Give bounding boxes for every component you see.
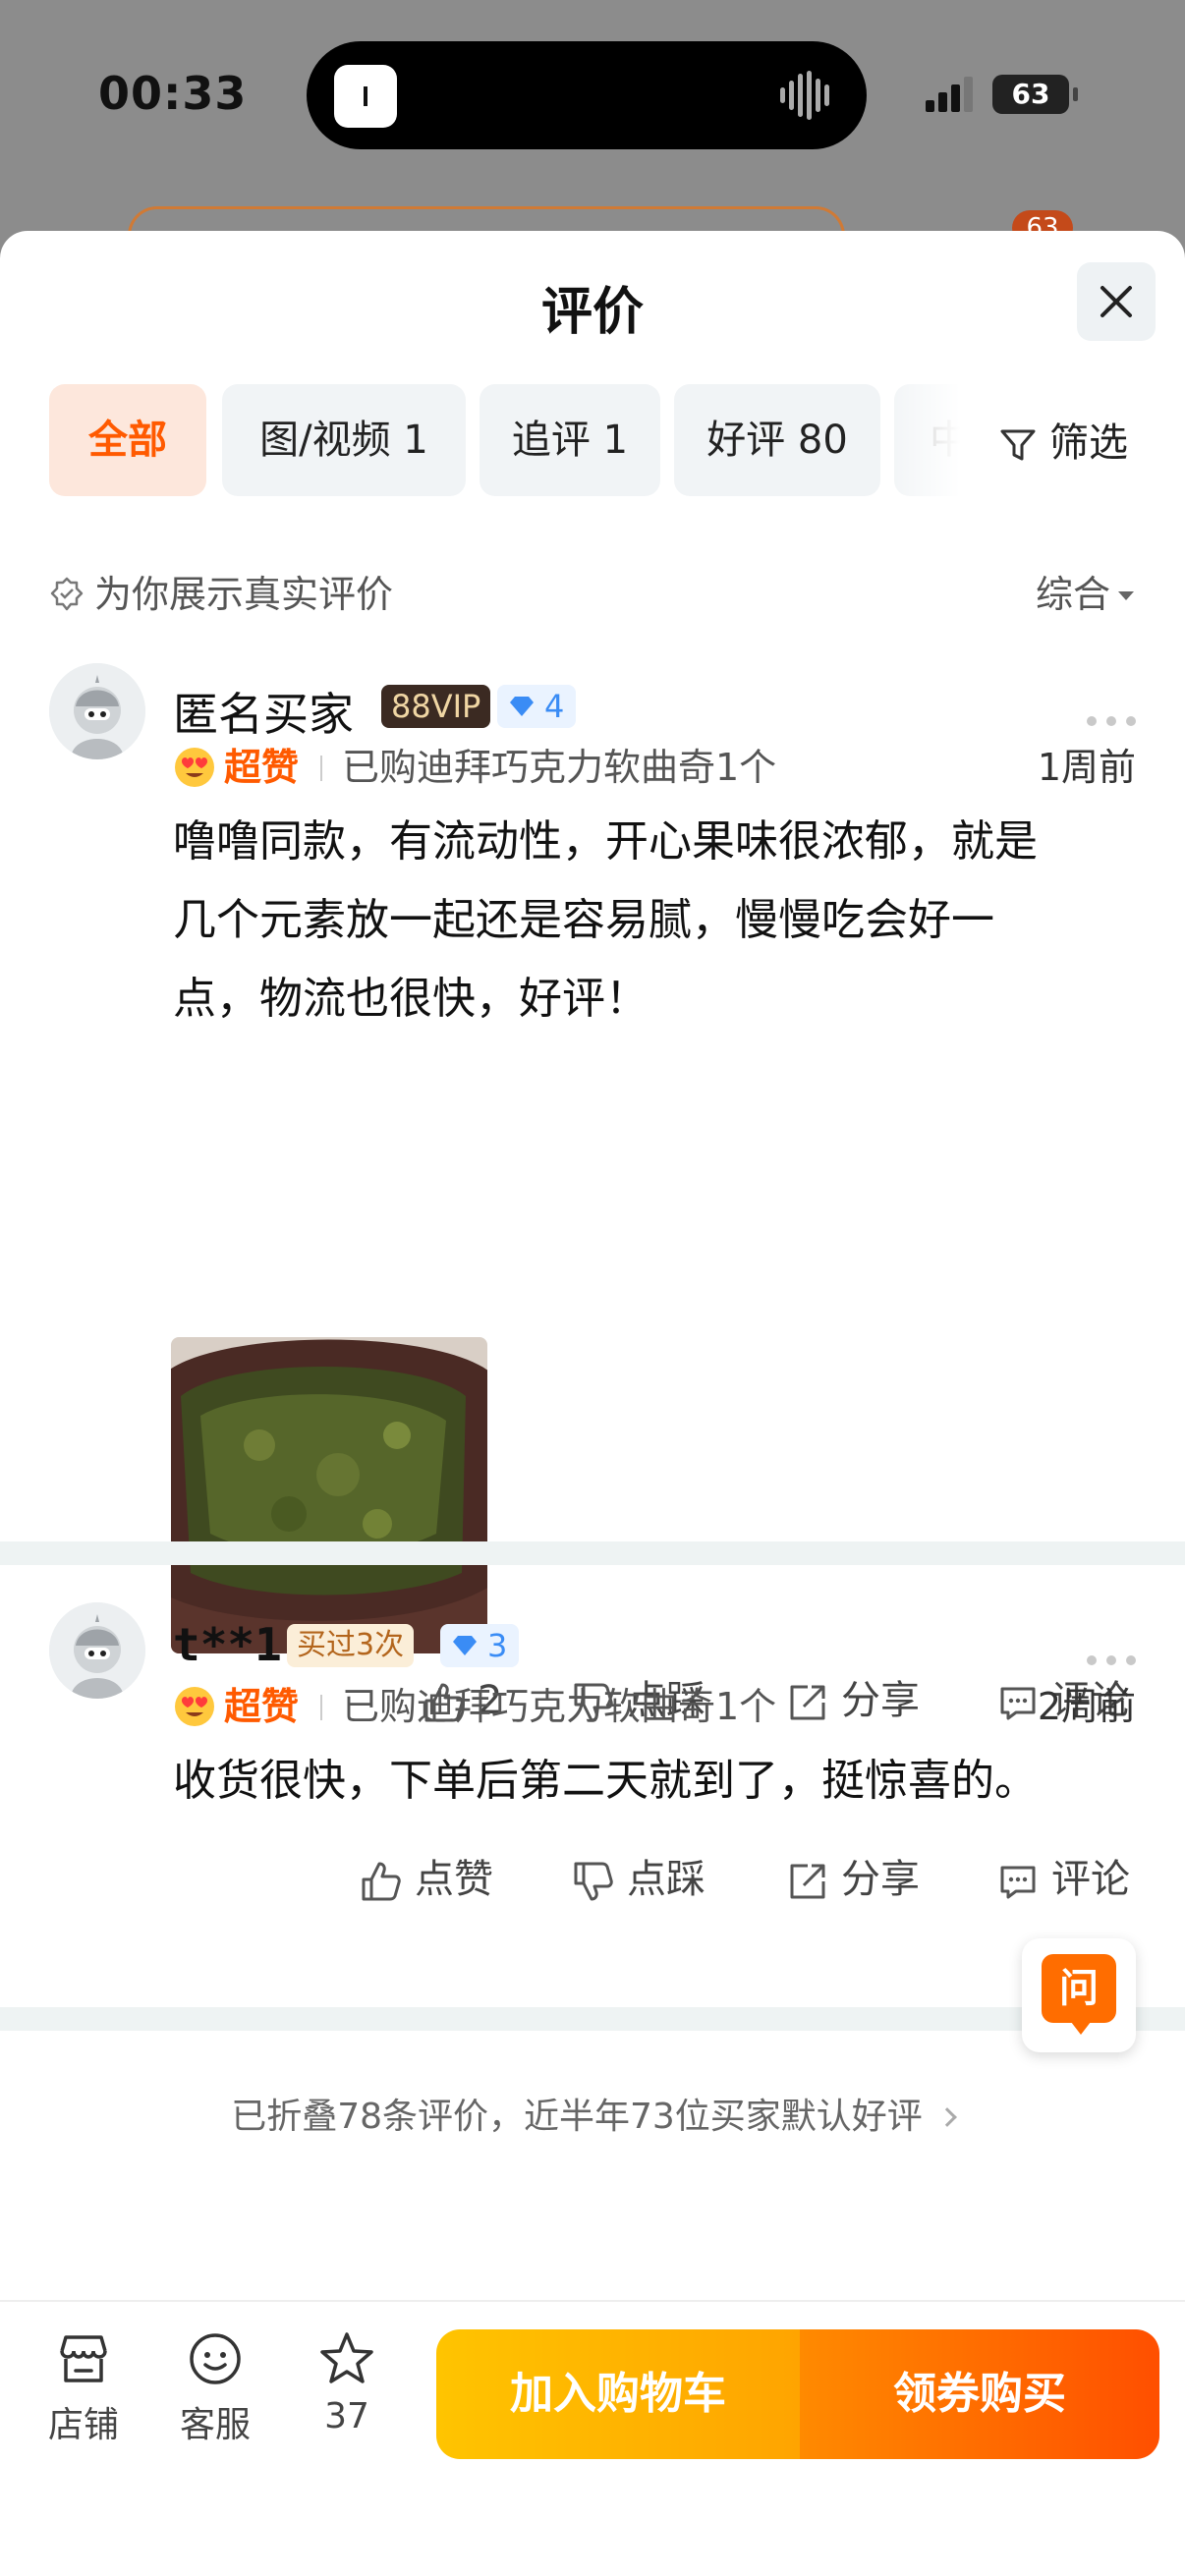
rating-line: 超赞 已购迪拜巧克力软曲奇1个 1周前 bbox=[173, 740, 1136, 795]
service-button[interactable]: 客服 bbox=[161, 2329, 269, 2447]
avatar[interactable] bbox=[49, 663, 145, 759]
tab-positive[interactable]: 好评 80 bbox=[674, 384, 880, 496]
level-badge: 3 bbox=[440, 1624, 520, 1667]
level-value: 3 bbox=[487, 1627, 508, 1664]
review-line: 收货很快，下单后第二天就到了，挺惊喜的。 bbox=[173, 1756, 1038, 1806]
thumbs-down-icon bbox=[574, 1862, 613, 1901]
level-value: 4 bbox=[544, 688, 565, 725]
diamond-icon bbox=[453, 1636, 477, 1655]
rating-label: 超赞 bbox=[224, 746, 300, 789]
customer-service-icon bbox=[190, 2333, 241, 2384]
section-divider bbox=[0, 2007, 1185, 2031]
filter-tabs: 全部 图/视频 1 追评 1 好评 80 中 bbox=[49, 384, 992, 498]
review-line: 几个元素放一起还是容易腻，慢慢吃会好一 bbox=[173, 895, 994, 945]
avatar-icon bbox=[49, 663, 145, 759]
tab-followup[interactable]: 追评 1 bbox=[480, 384, 660, 496]
screen: 00:33 63 63 评价 全部 图/视频 1 追评 1 好评 80 筛选 为… bbox=[0, 0, 1185, 2576]
signal-icon bbox=[926, 73, 975, 112]
filter-label: 筛选 bbox=[1049, 420, 1128, 466]
reviews-sheet: 评价 全部 图/视频 1 追评 1 好评 80 中 筛选 为你展示真实评价 bbox=[0, 231, 1185, 2576]
review-text: 噜噜同款，有流动性，开心果味很浓郁，就是 几个元素放一起还是容易腻，慢慢吃会好一… bbox=[173, 803, 1116, 1038]
level-badge: 4 bbox=[497, 685, 577, 728]
avatar-icon bbox=[49, 1602, 145, 1699]
favorite-button[interactable]: 37 bbox=[293, 2329, 401, 2436]
rating-label: 超赞 bbox=[224, 1685, 300, 1728]
buy-with-coupon-button[interactable]: 领券购买 bbox=[800, 2329, 1159, 2459]
dynamic-island bbox=[307, 41, 867, 149]
review-photo[interactable] bbox=[171, 1337, 487, 1653]
chevron-right-icon bbox=[936, 2107, 957, 2127]
section-divider bbox=[0, 1541, 1185, 1565]
more-icon[interactable] bbox=[1087, 716, 1140, 728]
review-line: 噜噜同款，有流动性，开心果味很浓郁，就是 bbox=[173, 816, 1038, 867]
more-icon[interactable] bbox=[1087, 1655, 1140, 1667]
verified-icon bbox=[50, 577, 84, 611]
ask-button[interactable]: 问 bbox=[1022, 1938, 1136, 2052]
diamond-icon bbox=[510, 697, 534, 716]
divider bbox=[320, 1695, 322, 1720]
tabs-fade bbox=[884, 384, 992, 498]
share-icon bbox=[790, 1864, 825, 1899]
folded-text: 已折叠78条评价，近半年73位买家默认好评 bbox=[231, 2097, 923, 2137]
battery-icon: 63 bbox=[992, 75, 1078, 114]
vip-badge: 88VIP bbox=[381, 685, 491, 728]
heart-eyes-emoji-icon bbox=[175, 1687, 214, 1726]
status-bar: 00:33 63 bbox=[0, 0, 1185, 196]
close-button[interactable] bbox=[1077, 262, 1156, 341]
review-time: 1周前 bbox=[1037, 746, 1136, 789]
review-actions: 点赞 点踩 分享 评论 bbox=[0, 1850, 1185, 1909]
ask-icon: 问 bbox=[1042, 1954, 1116, 2035]
like-button[interactable]: 点赞 bbox=[360, 1850, 493, 1909]
favorite-count: 37 bbox=[324, 2396, 369, 2436]
filter-icon bbox=[1000, 429, 1036, 461]
share-button[interactable]: 分享 bbox=[786, 1850, 920, 1909]
close-icon bbox=[1100, 286, 1132, 317]
review-line: 点，物流也很快，好评！ bbox=[173, 974, 649, 1024]
dislike-button[interactable]: 点踩 bbox=[572, 1850, 705, 1909]
tab-media[interactable]: 图/视频 1 bbox=[222, 384, 466, 496]
review-time: 2周前 bbox=[1037, 1685, 1136, 1728]
audio-wave-icon bbox=[780, 71, 839, 120]
user-name: 匿名买家 bbox=[173, 688, 354, 741]
user-name: t**1 bbox=[173, 1618, 282, 1671]
store-label: 店铺 bbox=[47, 2405, 119, 2445]
cookie-photo bbox=[171, 1337, 487, 1653]
divider bbox=[320, 756, 322, 781]
sort-dropdown[interactable]: 综合 bbox=[1036, 565, 1136, 624]
review-text: 收货很快，下单后第二天就到了，挺惊喜的。 bbox=[173, 1742, 1116, 1820]
filter-button[interactable]: 筛选 bbox=[998, 414, 1128, 473]
comment-icon bbox=[1000, 1866, 1036, 1899]
folded-reviews-link[interactable]: 已折叠78条评价，近半年73位买家默认好评 bbox=[0, 2088, 1185, 2139]
star-icon bbox=[320, 2332, 373, 2383]
app-icon bbox=[334, 65, 397, 128]
info-row: 为你展示真实评价 综合 bbox=[49, 565, 1136, 624]
store-button[interactable]: 店铺 bbox=[29, 2329, 138, 2447]
bought-times-badge: 买过3次 bbox=[287, 1624, 415, 1667]
tab-all[interactable]: 全部 bbox=[49, 384, 206, 496]
store-icon bbox=[60, 2335, 107, 2382]
status-time: 00:33 bbox=[98, 67, 248, 120]
rating-line: 超赞 已购迪拜巧克力软曲奇1个 2周前 bbox=[173, 1679, 1136, 1734]
bottom-action-bar: 店铺 客服 37 加入购物车 领券购买 bbox=[0, 2300, 1185, 2576]
thumbs-up-icon bbox=[362, 1862, 401, 1901]
heart-eyes-emoji-icon bbox=[175, 748, 214, 787]
add-to-cart-button[interactable]: 加入购物车 bbox=[436, 2329, 800, 2459]
service-label: 客服 bbox=[179, 2405, 251, 2445]
info-text: 为你展示真实评价 bbox=[94, 573, 394, 616]
sheet-title: 评价 bbox=[540, 283, 644, 342]
purchase-info: 已购迪拜巧克力软曲奇1个 bbox=[342, 746, 777, 789]
comment-button[interactable]: 评论 bbox=[996, 1850, 1130, 1909]
purchase-info: 已购迪拜巧克力软曲奇1个 bbox=[342, 1685, 777, 1728]
avatar[interactable] bbox=[49, 1602, 145, 1699]
